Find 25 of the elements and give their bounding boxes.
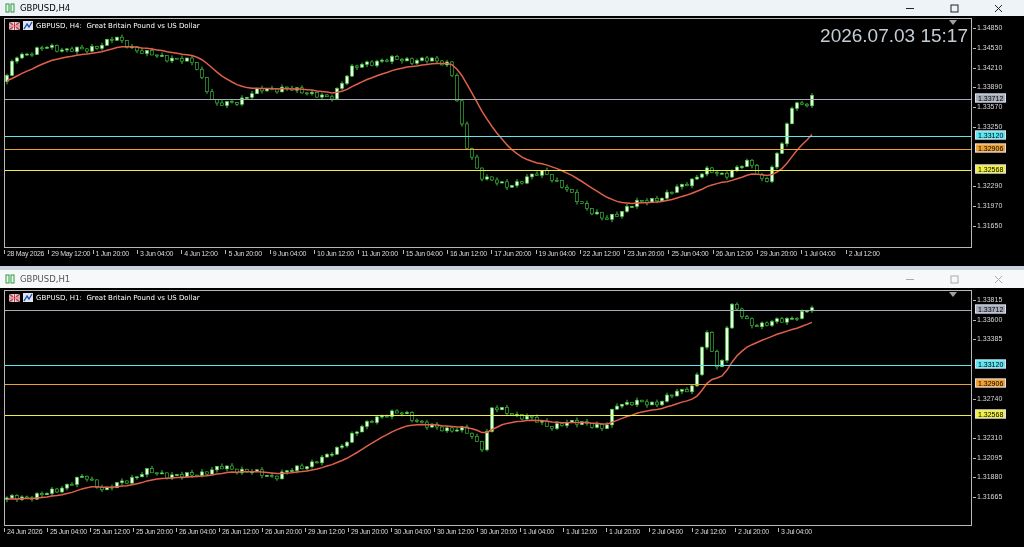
candles-icon	[5, 274, 16, 284]
price-level-line[interactable]	[5, 136, 971, 138]
candles-icon	[5, 3, 16, 13]
maximize-icon	[949, 3, 959, 13]
price-level-line[interactable]	[5, 364, 971, 366]
flag-icon	[9, 293, 20, 302]
maximize-icon	[949, 274, 959, 284]
price-level-line[interactable]	[5, 99, 971, 101]
close-icon	[993, 3, 1003, 13]
price-level-line[interactable]	[5, 149, 971, 151]
flag-icon	[9, 21, 20, 30]
chart-icon	[23, 293, 33, 302]
minimize-icon	[906, 278, 914, 280]
chart-icon	[23, 21, 33, 30]
price-level-line[interactable]	[5, 170, 971, 172]
clock-text: 2026.07.03 15:17	[820, 25, 968, 47]
price-level-line[interactable]	[5, 310, 971, 312]
window-title: GBPUSD,H1	[20, 274, 71, 284]
price-level-line[interactable]	[5, 384, 971, 386]
minimize-icon	[906, 7, 914, 9]
triangle-icon[interactable]	[949, 292, 957, 297]
triangle-icon[interactable]	[949, 20, 957, 25]
price-level-line[interactable]	[5, 415, 971, 417]
close-icon	[993, 274, 1003, 284]
window-title: GBPUSD,H4	[20, 3, 71, 13]
